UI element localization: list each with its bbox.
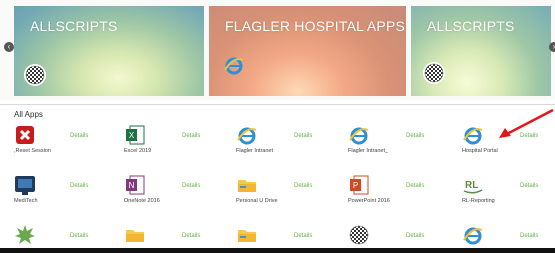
app-name: OneNote 2016 (124, 198, 160, 204)
checkered-ball-icon (423, 62, 445, 84)
svg-text:P: P (353, 181, 358, 190)
svg-text:X: X (129, 131, 135, 140)
banner-title: ALLSCRIPTS (30, 18, 118, 34)
onenote-icon: N (124, 174, 146, 196)
details-link[interactable]: Details (70, 183, 88, 189)
banner-title: ALLSCRIPTS (427, 18, 515, 34)
carousel-next-button[interactable]: › (549, 42, 555, 52)
details-link[interactable]: Details (182, 183, 200, 189)
excel-icon: X (124, 124, 146, 146)
app-name: ,Reset Session (14, 148, 51, 154)
green-burst-icon (14, 224, 36, 246)
ie-icon (462, 124, 484, 146)
app-name: Personal U Drive (236, 198, 278, 204)
app-name: MediTech (14, 198, 38, 204)
app-name: RL-Reporting (462, 198, 495, 204)
all-apps-heading: All Apps (14, 110, 43, 119)
powerpoint-icon: P (348, 174, 370, 196)
details-link[interactable]: Details (294, 183, 312, 189)
annotation-arrow (499, 108, 554, 138)
details-link[interactable]: Details (70, 133, 88, 139)
folder-icon (236, 224, 258, 246)
meditech-icon (14, 174, 36, 196)
details-link[interactable]: Details (406, 133, 424, 139)
details-link[interactable]: Details (294, 233, 312, 239)
ie-icon (223, 54, 245, 76)
app-name: Hospital Portal (462, 148, 498, 154)
details-link[interactable]: Details (520, 183, 538, 189)
app-name: PowerPoint 2016 (348, 198, 390, 204)
details-link[interactable]: Details (182, 233, 200, 239)
rl-icon: RL (462, 174, 484, 196)
folder-icon (124, 224, 146, 246)
bottom-edge-bar (0, 248, 555, 253)
details-link[interactable]: Details (182, 133, 200, 139)
ie-icon (348, 124, 370, 146)
details-link[interactable]: Details (406, 183, 424, 189)
banner-tile-flagler-hospital-apps[interactable]: FLAGLER HOSPITAL APPS (209, 6, 406, 96)
ie-icon (236, 124, 258, 146)
checkered-ball-icon (24, 64, 46, 86)
banner-tile-allscripts-1[interactable]: ALLSCRIPTS (14, 6, 204, 96)
red-x-icon (14, 124, 36, 146)
banner-title: FLAGLER HOSPITAL APPS (225, 18, 406, 34)
app-name: Flagler Intranet (236, 148, 273, 154)
checkered-ball-icon (348, 224, 370, 246)
carousel-prev-button[interactable]: ‹ (4, 42, 14, 52)
app-name: Flagler Intranet_ (348, 148, 389, 154)
banner-tile-allscripts-2[interactable]: ALLSCRIPTS (411, 6, 551, 96)
section-divider (0, 104, 555, 105)
details-link[interactable]: Details (70, 233, 88, 239)
app-name: Excel 2019 (124, 148, 152, 154)
details-link[interactable]: Details (520, 233, 538, 239)
details-link[interactable]: Details (294, 133, 312, 139)
ie-icon (462, 224, 484, 246)
details-link[interactable]: Details (406, 233, 424, 239)
svg-text:RL: RL (465, 180, 478, 191)
folder-icon (236, 174, 258, 196)
svg-text:N: N (129, 181, 135, 190)
